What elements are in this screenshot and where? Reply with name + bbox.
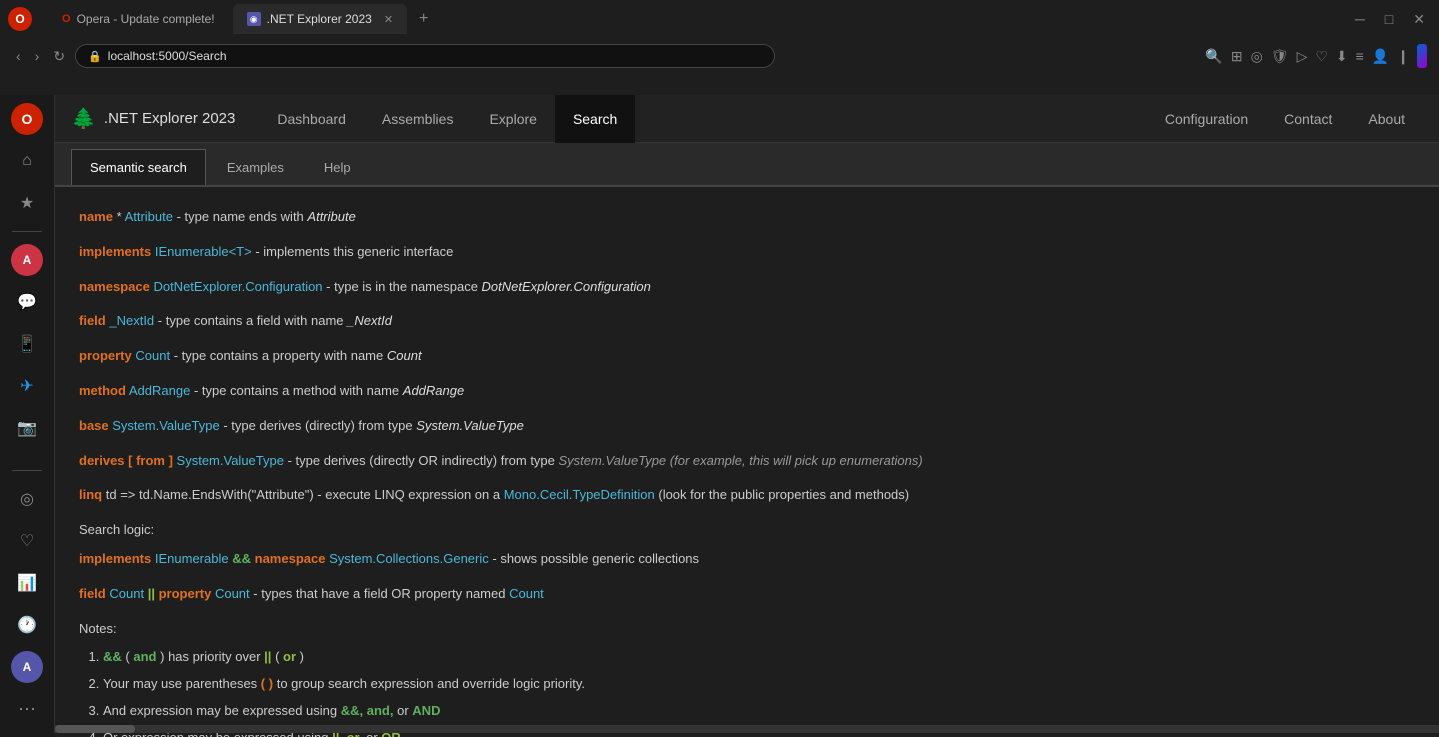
sidebar-instagram-icon[interactable]: 📷: [11, 412, 43, 444]
line-field: field _NextId - type contains a field wi…: [79, 311, 1415, 332]
nav-dashboard[interactable]: Dashboard: [259, 95, 364, 143]
sidebar-toggle-icon[interactable]: ❙: [1397, 48, 1409, 65]
kw-attribute-cyan: Attribute: [125, 209, 173, 224]
nav-configuration[interactable]: Configuration: [1147, 95, 1266, 143]
kw-name: name: [79, 209, 113, 224]
note-1: && ( and ) has priority over || ( or ): [103, 647, 1415, 668]
sidebar-player-icon[interactable]: ◎: [11, 483, 43, 515]
kw-implements: implements: [79, 244, 151, 259]
tab-net-icon: ◉: [247, 12, 261, 26]
nav-right: Configuration Contact About: [1147, 95, 1423, 143]
sidebar-bottom: ◎ ♡ 📊 🕐 A ⋯: [11, 468, 43, 725]
search-logic-label: Search logic:: [79, 520, 1415, 541]
line-base: base System.ValueType - type derives (di…: [79, 416, 1415, 437]
notes-list: && ( and ) has priority over || ( or ) Y…: [79, 647, 1415, 737]
download-icon[interactable]: ⬇: [1336, 48, 1348, 65]
logic-line-2: field Count || property Count - types th…: [79, 584, 1415, 605]
sidebar-divider-2: [12, 470, 42, 471]
forward-button[interactable]: ›: [31, 46, 44, 66]
sidebar-ai-icon[interactable]: A: [11, 244, 43, 276]
refresh-button[interactable]: ↻: [49, 46, 69, 67]
sidebar-home-icon[interactable]: ⌂: [11, 145, 43, 177]
nav-assemblies[interactable]: Assemblies: [364, 95, 472, 143]
line-name-attribute: name * Attribute - type name ends with A…: [79, 207, 1415, 228]
logic-line-1: implements IEnumerable && namespace Syst…: [79, 549, 1415, 570]
line-derives: derives [ from ] System.ValueType - type…: [79, 451, 1415, 472]
sidebar-opera-icon[interactable]: O: [11, 103, 43, 135]
tab-close-icon[interactable]: ✕: [384, 13, 393, 26]
search-toolbar-icon[interactable]: 🔍: [1205, 48, 1222, 65]
nav-links: Dashboard Assemblies Explore Search: [259, 95, 635, 143]
tab-examples[interactable]: Examples: [208, 149, 303, 185]
line-implements: implements IEnumerable<T> - implements t…: [79, 242, 1415, 263]
note-3: And expression may be expressed using &&…: [103, 701, 1415, 722]
sidebar-history-icon[interactable]: 🕐: [11, 609, 43, 641]
tab-opera-update[interactable]: O Opera - Update complete!: [48, 4, 229, 34]
minimize-button[interactable]: ─: [1349, 9, 1371, 30]
logo-icon: 🌲: [71, 106, 96, 131]
tab-opera-label: Opera - Update complete!: [77, 12, 215, 26]
nav-contact[interactable]: Contact: [1266, 95, 1350, 143]
nav-about[interactable]: About: [1350, 95, 1423, 143]
extensions-icon[interactable]: ⊞: [1231, 48, 1243, 65]
tab-help[interactable]: Help: [305, 149, 370, 185]
opera-sidebar-icon[interactable]: [1417, 44, 1427, 68]
tab-opera-icon: O: [62, 13, 71, 25]
wallet-icon[interactable]: ◎: [1251, 48, 1263, 65]
account-toolbar-icon[interactable]: 👤: [1372, 48, 1389, 65]
tab-net-label: .NET Explorer 2023: [267, 12, 372, 26]
sidebar-bookmarks-icon[interactable]: ★: [11, 187, 43, 219]
sidebar-more-icon[interactable]: ⋯: [11, 693, 43, 725]
logo-text: .NET Explorer 2023: [104, 110, 235, 127]
sidebar-wishlist-icon[interactable]: ♡: [11, 525, 43, 557]
line-namespace: namespace DotNetExplorer.Configuration -…: [79, 277, 1415, 298]
browser-toolbar: ‹ › ↻ 🔒 localhost:5000/Search 🔍 ⊞ ◎ 🛡 ▷ …: [0, 38, 1439, 74]
sidebar-stats-icon[interactable]: 📊: [11, 567, 43, 599]
heart-icon[interactable]: ♡: [1315, 48, 1328, 65]
shield-icon[interactable]: 🛡: [1271, 48, 1289, 65]
title-bar: O O Opera - Update complete! ◉ .NET Expl…: [0, 0, 1439, 38]
nav-explore[interactable]: Explore: [471, 95, 554, 143]
opera-button[interactable]: O: [8, 7, 32, 31]
line-method: method AddRange - type contains a method…: [79, 381, 1415, 402]
tab-semantic-search[interactable]: Semantic search: [71, 149, 206, 185]
close-button[interactable]: ✕: [1407, 9, 1431, 30]
menu-icon[interactable]: ≡: [1356, 48, 1364, 64]
note-2: Your may use parentheses ( ) to group se…: [103, 674, 1415, 695]
browser-chrome: O O Opera - Update complete! ◉ .NET Expl…: [0, 0, 1439, 95]
lock-icon: 🔒: [88, 50, 102, 63]
line-property: property Count - type contains a propert…: [79, 346, 1415, 367]
app-content: 🌲 .NET Explorer 2023 Dashboard Assemblie…: [55, 95, 1439, 733]
address-bar[interactable]: 🔒 localhost:5000/Search: [75, 44, 775, 68]
sidebar-divider-1: [12, 231, 42, 232]
sidebar-messenger-icon[interactable]: 💬: [11, 286, 43, 318]
sidebar-account-icon[interactable]: A: [11, 651, 43, 683]
content-tab-row: Semantic search Examples Help: [55, 143, 1439, 187]
sidebar-whatsapp-icon[interactable]: 📱: [11, 328, 43, 360]
scrollbar-thumb[interactable]: [55, 725, 135, 733]
url-text: localhost:5000/Search: [108, 49, 227, 63]
maximize-button[interactable]: □: [1379, 9, 1399, 30]
nav-search[interactable]: Search: [555, 95, 635, 143]
play-icon[interactable]: ▷: [1297, 48, 1308, 65]
line-linq: linq td => td.Name.EndsWith("Attribute")…: [79, 485, 1415, 506]
tab-net-explorer[interactable]: ◉ .NET Explorer 2023 ✕: [233, 4, 407, 34]
add-tab-button[interactable]: +: [411, 6, 436, 32]
back-button[interactable]: ‹: [12, 46, 25, 66]
main-content: name * Attribute - type name ends with A…: [55, 187, 1439, 737]
toolbar-icons: 🔍 ⊞ ◎ 🛡 ▷ ♡ ⬇ ≡ 👤 ❙: [1205, 44, 1427, 68]
app-logo: 🌲 .NET Explorer 2023: [71, 106, 235, 131]
notes-label: Notes:: [79, 619, 1415, 640]
app-nav: 🌲 .NET Explorer 2023 Dashboard Assemblie…: [55, 95, 1439, 143]
horizontal-scrollbar[interactable]: [55, 725, 1439, 733]
browser-sidebar: O ⌂ ★ A 💬 📱 ✈ 📷 ◎ ♡ 📊 🕐 A ⋯: [0, 95, 55, 733]
sidebar-telegram-icon[interactable]: ✈: [11, 370, 43, 402]
